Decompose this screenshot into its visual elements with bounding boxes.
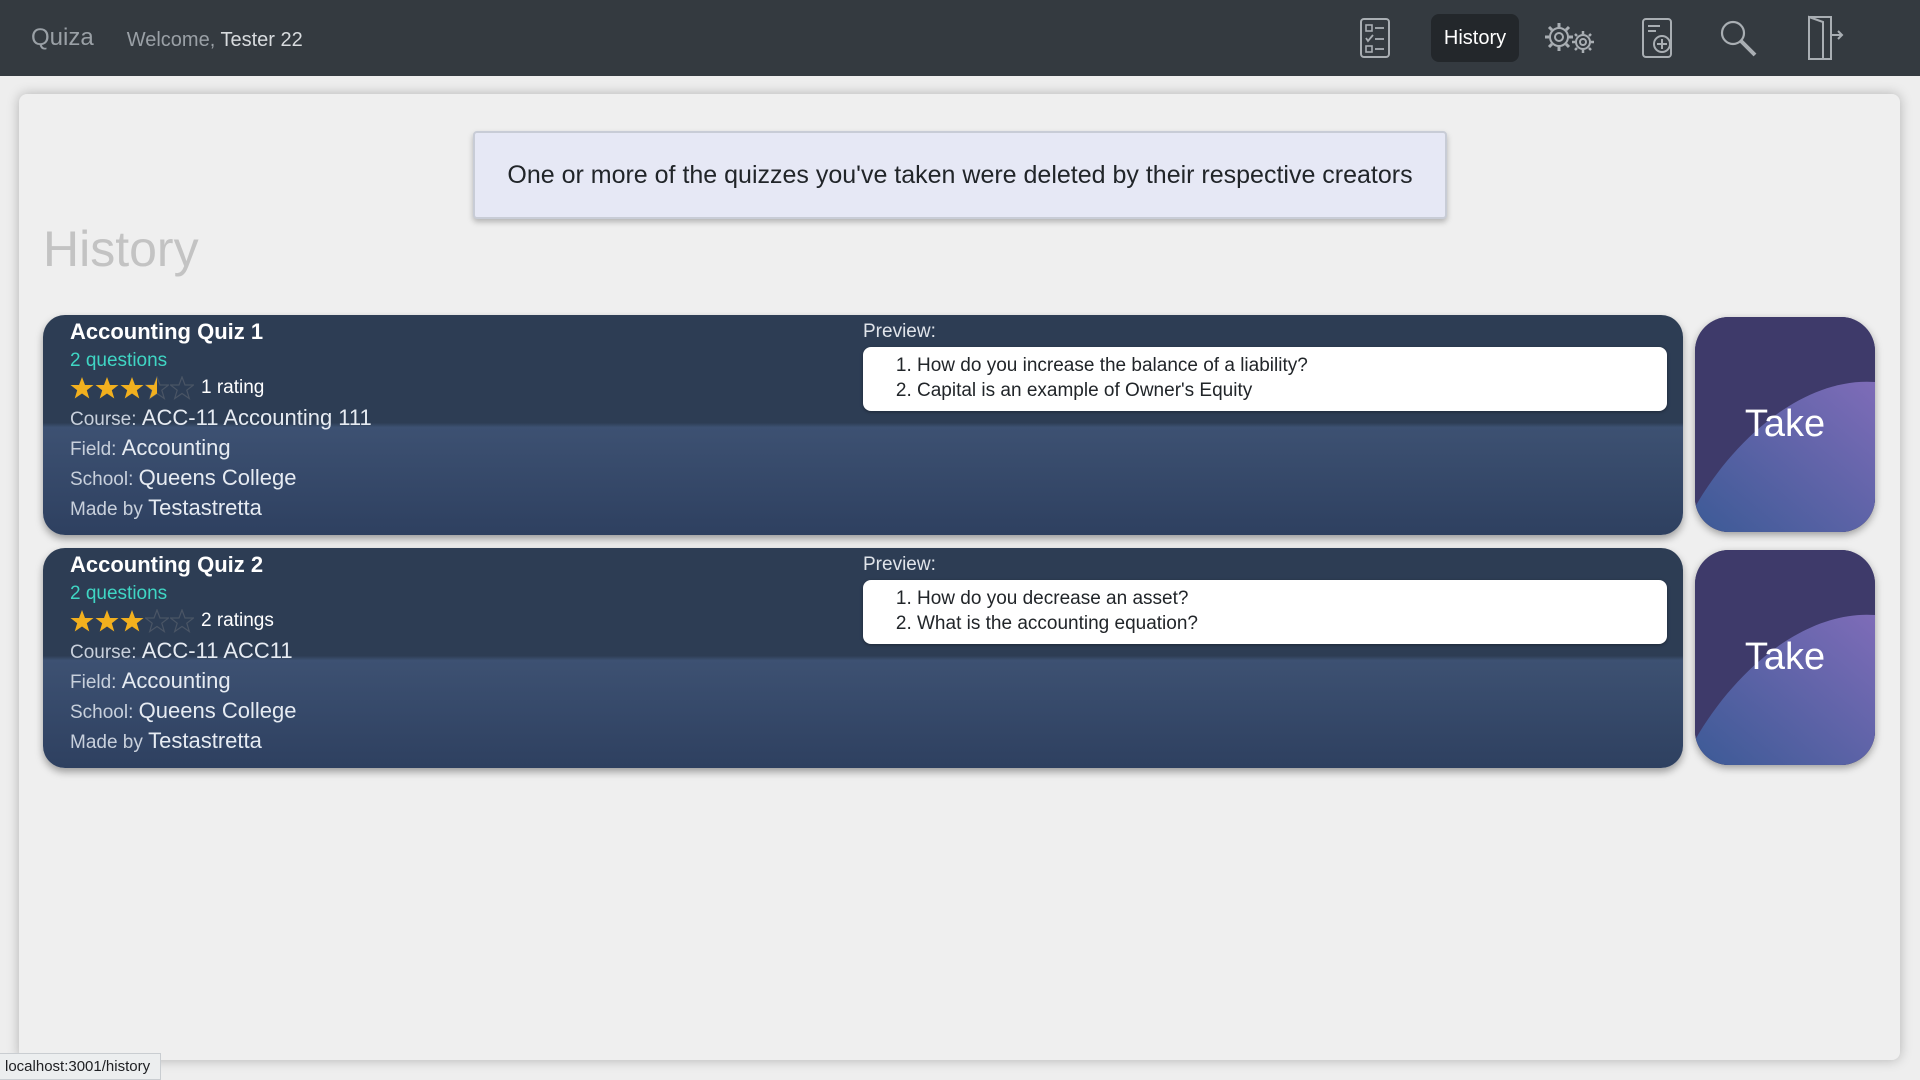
nav-history-button[interactable]: History [1431, 14, 1519, 62]
take-quiz-button[interactable]: Take [1695, 317, 1875, 532]
quiz-rating-count: 2 ratings [201, 610, 274, 631]
course-label: Course: [70, 642, 137, 663]
search-icon [1720, 20, 1757, 57]
quiz-course: Course: ACC-11 Accounting 111 [70, 405, 372, 431]
nav-quizzes-button[interactable] [1354, 14, 1396, 62]
preview-question-list: How do you increase the balance of a lia… [863, 353, 1667, 403]
settings-gears-icon [1545, 23, 1594, 53]
preview-box: How do you decrease an asset? What is th… [863, 580, 1667, 644]
course-value: ACC-11 ACC11 [141, 638, 293, 663]
page-title: History [43, 221, 199, 277]
course-value: ACC-11 Accounting 111 [141, 405, 372, 430]
field-label: Field: [70, 439, 117, 460]
preview-label: Preview: [863, 554, 936, 575]
preview-question: How do you decrease an asset? [917, 586, 1667, 611]
star-half-icon [145, 376, 169, 400]
star-full-icon [70, 377, 94, 399]
quiz-card: Accounting Quiz 1 2 questions 1 rating C… [43, 315, 1683, 535]
logout-icon [1808, 15, 1844, 60]
field-value: Accounting [121, 435, 231, 460]
quiz-star-rating: 1 rating [70, 376, 264, 400]
deleted-quiz-alert: One or more of the quizzes you've taken … [473, 131, 1447, 219]
username: Tester 22 [220, 28, 303, 51]
quiz-author: Made by Testastretta [70, 728, 262, 754]
nav-logout-button[interactable] [1804, 14, 1846, 62]
quiz-school: School: Queens College [70, 465, 296, 491]
quiz-rating-count: 1 rating [201, 377, 265, 398]
school-label: School: [70, 469, 134, 490]
welcome-message: Welcome, Tester 22 [127, 29, 303, 52]
welcome-prefix: Welcome, [126, 28, 216, 51]
preview-label: Preview: [863, 321, 936, 342]
quiz-star-rating: 2 ratings [70, 609, 274, 633]
school-label: School: [70, 702, 134, 723]
nav-create-quiz-button[interactable] [1638, 14, 1678, 62]
brand-logo[interactable]: Quiza [31, 24, 94, 52]
quizzes-checklist-icon [1360, 18, 1390, 58]
quiz-question-count: 2 questions [70, 583, 168, 604]
quiz-field: Field: Accounting [70, 435, 231, 461]
take-quiz-button[interactable]: Take [1695, 550, 1875, 765]
author-value: Testastretta [148, 495, 262, 520]
star-empty-icon [170, 376, 194, 400]
take-button-label: Take [1744, 403, 1826, 445]
school-value: Queens College [138, 465, 297, 490]
quiz-title[interactable]: Accounting Quiz 1 [70, 319, 263, 345]
made-by-label: Made by [70, 732, 143, 753]
preview-question-list: How do you decrease an asset? What is th… [863, 586, 1667, 636]
star-empty-icon [170, 609, 194, 633]
star-empty-icon [145, 609, 169, 633]
course-label: Course: [70, 409, 137, 430]
author-value: Testastretta [148, 728, 262, 753]
top-navbar: Quiza Welcome, Tester 22 History [0, 0, 1920, 76]
made-by-label: Made by [70, 499, 143, 520]
nav-settings-button[interactable] [1540, 14, 1598, 62]
quiz-question-count: 2 questions [70, 350, 168, 371]
quiz-card: Accounting Quiz 2 2 questions 2 ratings … [43, 548, 1683, 768]
school-value: Queens College [138, 698, 297, 723]
quiz-title[interactable]: Accounting Quiz 2 [70, 552, 263, 578]
preview-question: How do you increase the balance of a lia… [917, 353, 1667, 378]
field-value: Accounting [121, 668, 231, 693]
quiz-course: Course: ACC-11 ACC11 [70, 638, 293, 664]
field-label: Field: [70, 672, 117, 693]
star-full-icon [120, 610, 144, 632]
star-full-icon [95, 610, 119, 632]
preview-box: How do you increase the balance of a lia… [863, 347, 1667, 411]
preview-question: Capital is an example of Owner's Equity [917, 378, 1667, 403]
preview-question: What is the accounting equation? [917, 611, 1667, 636]
create-quiz-icon [1642, 18, 1672, 58]
browser-status-url: localhost:3001/history [0, 1053, 162, 1080]
quiz-field: Field: Accounting [70, 668, 231, 694]
quiz-author: Made by Testastretta [70, 495, 262, 521]
star-full-icon [95, 377, 119, 399]
star-full-icon [70, 610, 94, 632]
take-button-label: Take [1744, 636, 1826, 678]
nav-search-button[interactable] [1716, 14, 1760, 62]
quiz-school: School: Queens College [70, 698, 296, 724]
star-full-icon [120, 377, 144, 399]
